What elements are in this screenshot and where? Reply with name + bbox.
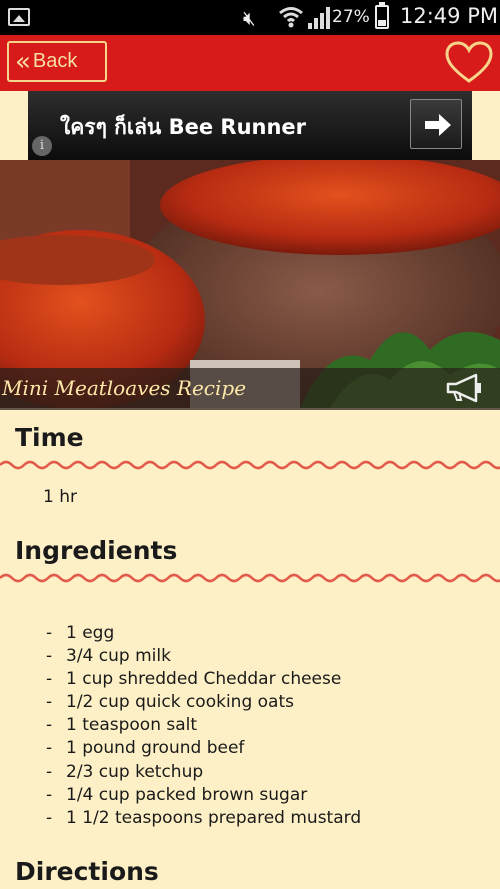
back-button[interactable]: « Back bbox=[7, 41, 107, 82]
signal-icon bbox=[308, 7, 330, 29]
list-item: -1/4 cup packed brown sugar bbox=[46, 784, 308, 805]
arrow-right-icon[interactable] bbox=[410, 99, 462, 149]
list-item: -2/3 cup ketchup bbox=[46, 761, 204, 782]
list-item: -3/4 cup milk bbox=[46, 646, 171, 667]
wavy-divider bbox=[0, 573, 500, 583]
time-value: 1 hr bbox=[43, 487, 77, 507]
clock: 12:49 PM bbox=[400, 4, 498, 28]
list-item: -1 cup shredded Cheddar cheese bbox=[46, 669, 342, 690]
directions-heading: Directions bbox=[15, 857, 159, 886]
info-icon[interactable]: i bbox=[32, 136, 52, 156]
status-bar: 🔇︎ 27% 12:49 PM bbox=[0, 0, 500, 35]
wavy-divider bbox=[0, 460, 500, 470]
ad-text: ใครๆ ก็เล่น Bee Runner bbox=[60, 115, 307, 139]
time-heading: Time bbox=[15, 423, 84, 452]
list-item: -1 egg bbox=[46, 623, 115, 643]
mute-icon: 🔇︎ bbox=[243, 6, 256, 30]
list-item: -1 pound ground beef bbox=[46, 738, 245, 759]
ingredients-heading: Ingredients bbox=[15, 536, 178, 565]
recipe-title: Mini Meatloaves Recipe bbox=[2, 376, 247, 400]
image-icon bbox=[8, 8, 30, 26]
list-item: -1/2 cup quick cooking oats bbox=[46, 692, 294, 713]
ingredients-list: -1 egg -3/4 cup milk -1 cup shredded Che… bbox=[46, 622, 361, 830]
battery-icon bbox=[375, 2, 389, 29]
heart-icon[interactable] bbox=[444, 41, 494, 85]
double-chevron-left-icon: « bbox=[15, 46, 31, 77]
recipe-title-bar: Mini Meatloaves Recipe bbox=[0, 368, 500, 410]
back-label: Back bbox=[32, 50, 78, 72]
ad-banner[interactable]: ใครๆ ก็เล่น Bee Runner i bbox=[28, 91, 472, 160]
list-item: -1 1/2 teaspoons prepared mustard bbox=[46, 807, 362, 828]
battery-percent: 27% bbox=[332, 7, 370, 27]
list-item: -1 teaspoon salt bbox=[46, 715, 198, 736]
megaphone-icon[interactable] bbox=[444, 372, 484, 404]
wifi-icon bbox=[279, 7, 303, 28]
app-bar: « Back bbox=[0, 35, 500, 91]
